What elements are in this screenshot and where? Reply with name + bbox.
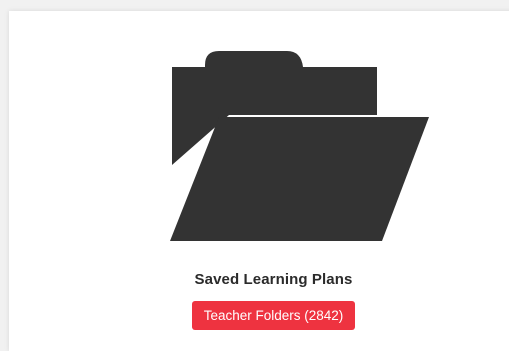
card-title: Saved Learning Plans: [194, 271, 353, 288]
saved-learning-plans-card[interactable]: Saved Learning Plans Teacher Folders (28…: [9, 11, 509, 351]
folder-front-shape: [170, 117, 429, 241]
folder-open-icon: [170, 51, 429, 241]
badge-container: Teacher Folders (2842): [9, 301, 509, 330]
teacher-folders-button[interactable]: Teacher Folders (2842): [191, 301, 356, 330]
